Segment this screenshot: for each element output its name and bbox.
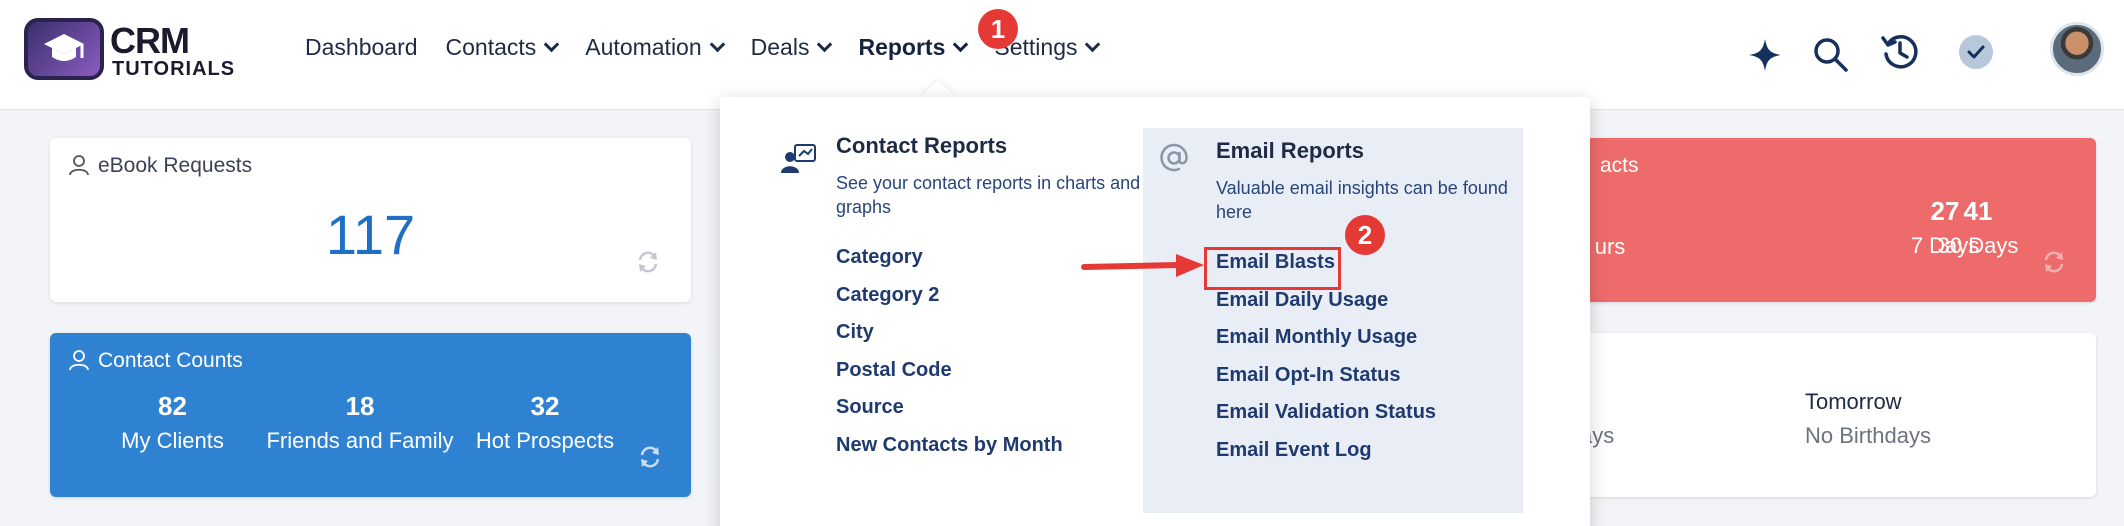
- link-city[interactable]: City: [836, 314, 1156, 352]
- refresh-icon[interactable]: [2042, 250, 2066, 274]
- chevron-down-icon: [953, 36, 969, 53]
- stat-30-days[interactable]: 41 30 Days: [1923, 196, 2033, 259]
- stat-hot-prospects[interactable]: 32 Hot Prospects: [470, 391, 620, 454]
- stat-label: Friends and Family: [266, 428, 454, 453]
- ebook-count: 117: [325, 203, 416, 266]
- logo-badge: [24, 18, 104, 80]
- user-avatar[interactable]: [2050, 22, 2104, 76]
- chevron-down-icon: [817, 36, 833, 53]
- top-navbar: CRM TUTORIALS Dashboard Contacts Automat…: [0, 0, 2124, 110]
- contact-counts-card: Contact Counts 82 My Clients 18 Friends …: [50, 333, 691, 497]
- contact-chart-icon: [781, 144, 816, 173]
- chevron-down-icon: [544, 36, 560, 53]
- stat-my-clients[interactable]: 82 My Clients: [110, 391, 235, 454]
- nav-contacts-label: Contacts: [445, 34, 537, 60]
- tomorrow-title: Tomorrow: [1805, 389, 1902, 414]
- nav-automation[interactable]: Automation: [585, 34, 725, 61]
- step-1-badge: 1: [978, 9, 1018, 49]
- stat-label: Hot Prospects: [475, 428, 615, 453]
- chevron-down-icon: [709, 36, 725, 53]
- sparkle-icon[interactable]: [1748, 38, 1782, 72]
- reports-dropdown-menu: Contact Reports See your contact reports…: [720, 97, 1590, 526]
- email-blasts-highlight: [1204, 247, 1341, 290]
- stat-value: 82: [158, 391, 187, 421]
- logo-text-tutorials: TUTORIALS: [112, 58, 236, 80]
- arrow-right-icon: [1081, 254, 1204, 277]
- refresh-icon[interactable]: [638, 445, 662, 469]
- stat-value: 18: [345, 391, 375, 421]
- link-email-monthly-usage[interactable]: Email Monthly Usage: [1216, 319, 1516, 357]
- card-title: eBook Requests: [98, 154, 253, 177]
- contact-reports-description: See your contact reports in charts and g…: [836, 173, 1141, 217]
- stat-value: 32: [530, 391, 560, 421]
- search-icon[interactable]: [1812, 36, 1850, 74]
- email-reports-heading: Email Reports: [1216, 138, 1364, 163]
- history-icon[interactable]: [1880, 32, 1920, 72]
- tomorrow-value: No Birthdays: [1805, 423, 1931, 448]
- chevron-down-icon: [1085, 36, 1101, 53]
- link-email-opt-in-status[interactable]: Email Opt-In Status: [1216, 357, 1516, 395]
- logo-text-crm: CRM: [110, 20, 190, 61]
- contact-reports-column: Contact Reports See your contact reports…: [836, 133, 1156, 464]
- nav-automation-label: Automation: [585, 34, 702, 60]
- link-postal-code[interactable]: Postal Code: [836, 352, 1156, 390]
- at-sign-icon: [1160, 143, 1188, 172]
- nav-contacts[interactable]: Contacts: [445, 34, 560, 61]
- stat-label: 30 Days: [1937, 233, 2019, 258]
- link-category-2[interactable]: Category 2: [836, 277, 1156, 315]
- email-reports-content: Email Reports Valuable email insights ca…: [1216, 138, 1516, 469]
- email-reports-column: Email Reports Valuable email insights ca…: [1143, 128, 1523, 513]
- card-title: Contact Counts: [98, 349, 243, 372]
- link-email-event-log[interactable]: Email Event Log: [1216, 432, 1516, 470]
- person-icon: [69, 155, 89, 176]
- stat-value: 41: [1963, 196, 1993, 226]
- link-new-contacts-by-month[interactable]: New Contacts by Month: [836, 427, 1156, 465]
- crm-tutorials-logo[interactable]: CRM TUTORIALS: [24, 18, 234, 82]
- stat-friends-family[interactable]: 18 Friends and Family: [260, 391, 460, 454]
- check-circle-icon[interactable]: [1958, 34, 1994, 70]
- nav-deals-label: Deals: [750, 34, 810, 60]
- person-icon: [69, 350, 89, 371]
- nav-dashboard-label: Dashboard: [305, 34, 418, 60]
- nav-deals[interactable]: Deals: [750, 34, 833, 61]
- link-email-validation-status[interactable]: Email Validation Status: [1216, 394, 1516, 432]
- refresh-icon[interactable]: [636, 250, 660, 274]
- card-title: acts: [1600, 154, 1639, 177]
- ebook-requests-card: eBook Requests 117: [50, 138, 691, 302]
- graduation-cap-icon: [44, 34, 84, 61]
- nav-reports-label: Reports: [858, 34, 946, 60]
- step-2-badge: 2: [1345, 215, 1385, 255]
- nav-reports[interactable]: Reports: [858, 34, 969, 61]
- stat-label: My Clients: [121, 428, 224, 453]
- link-source[interactable]: Source: [836, 389, 1156, 427]
- contact-reports-heading: Contact Reports: [836, 133, 1008, 158]
- nav-dashboard[interactable]: Dashboard: [305, 34, 418, 61]
